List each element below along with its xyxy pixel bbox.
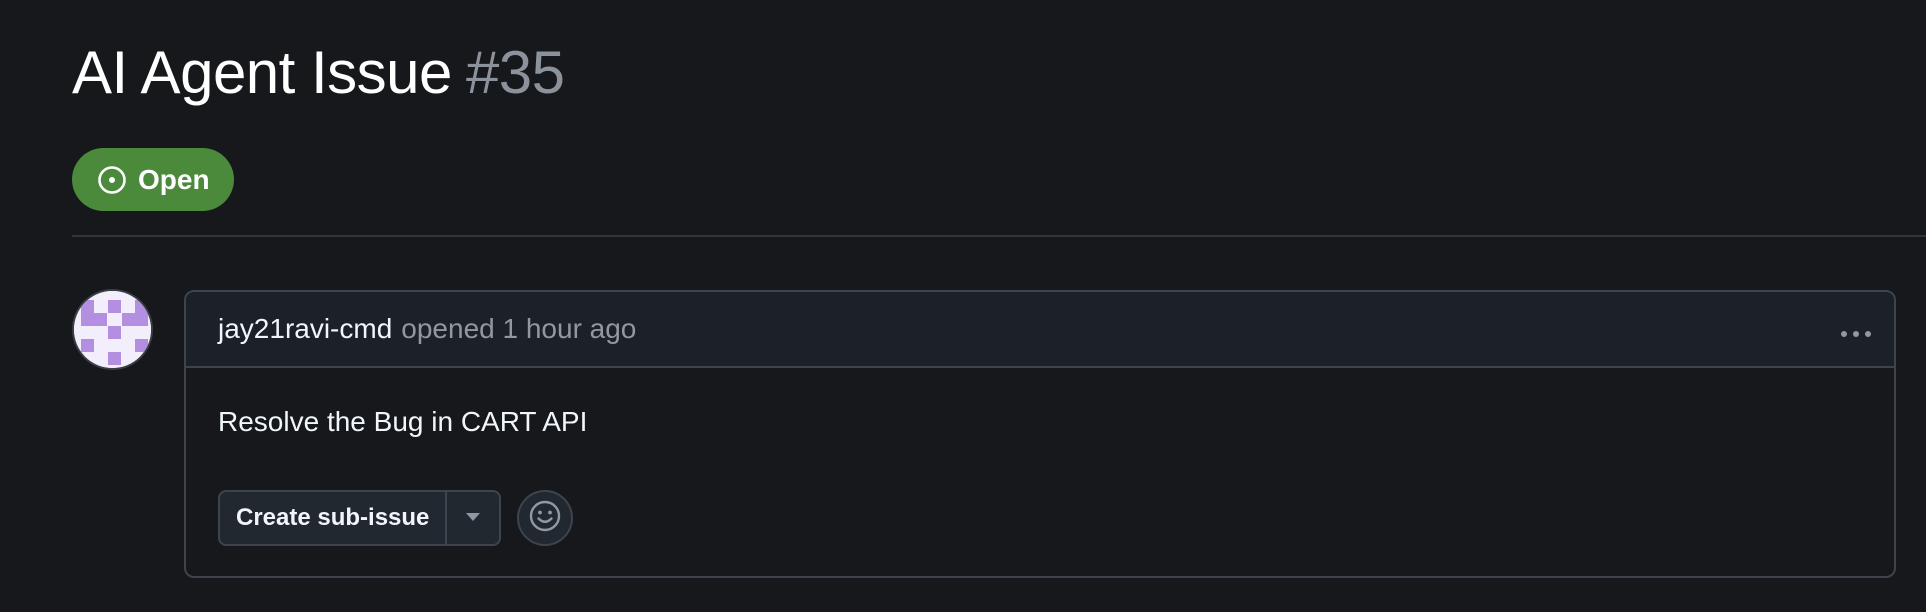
smiley-icon [528, 499, 562, 538]
add-reaction-button[interactable] [517, 490, 574, 546]
issue-number: #35 [465, 39, 565, 106]
issue-comment: jay21ravi-cmd opened 1 hour ago Resolve … [184, 290, 1896, 578]
identicon [74, 291, 151, 368]
triangle-down-icon [465, 509, 481, 527]
comment-menu-button[interactable] [1836, 314, 1876, 346]
issue-state-label: Open [138, 163, 210, 195]
issue-opened-icon [96, 164, 128, 196]
comment-body: Resolve the Bug in CART API [186, 368, 1894, 438]
comment-meta: opened 1 hour ago [401, 313, 637, 344]
avatar[interactable] [72, 289, 153, 370]
issue-title: AI Agent Issue [72, 39, 452, 106]
issue-state-badge: Open [72, 148, 234, 211]
create-sub-issue-button[interactable]: Create sub-issue [220, 492, 448, 544]
comment-actions: Create sub-issue [218, 490, 574, 546]
comment-text: Resolve the Bug in CART API [218, 406, 588, 437]
create-sub-issue-dropdown-button[interactable] [447, 492, 499, 544]
author-link[interactable]: jay21ravi-cmd [218, 313, 392, 345]
comment-header: jay21ravi-cmd opened 1 hour ago [186, 292, 1894, 368]
header-divider [72, 235, 1926, 237]
create-sub-issue-split-button: Create sub-issue [218, 490, 502, 546]
issue-header: AI Agent Issue #35 [72, 38, 565, 107]
kebab-horizontal-icon [1839, 314, 1873, 346]
issue-page: AI Agent Issue #35 Open jay21ravi-cmd op… [0, 0, 1926, 612]
